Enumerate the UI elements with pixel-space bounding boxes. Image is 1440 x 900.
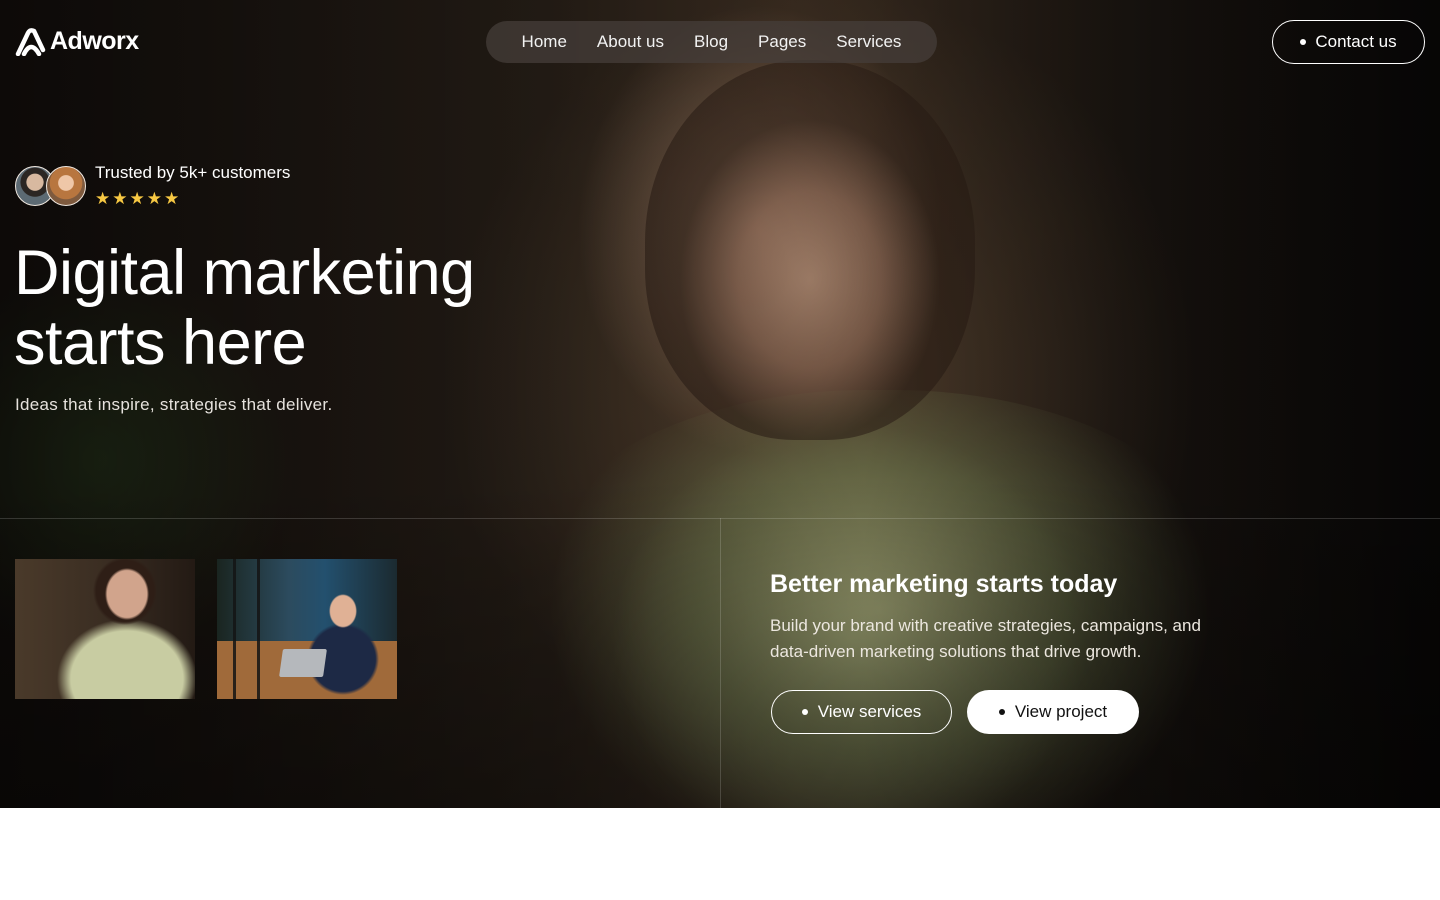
brand-logo[interactable]: Adworx	[15, 27, 139, 56]
panel-title: Better marketing starts today	[770, 570, 1118, 598]
view-project-button[interactable]: View project	[967, 690, 1139, 734]
window-frame	[233, 559, 236, 699]
adworx-logo-icon	[15, 27, 46, 56]
brand-name: Adworx	[50, 27, 139, 55]
panel-description-line-1: Build your brand with creative strategie…	[770, 616, 1201, 635]
window-frame	[257, 559, 260, 699]
star-icon: ★	[129, 189, 145, 208]
nav-item-home[interactable]: Home	[522, 32, 567, 52]
hero-section: Adworx Home About us Blog Pages Services…	[0, 0, 1440, 808]
thumbnail-woman-on-phone[interactable]	[15, 559, 195, 699]
laptop-shape	[279, 649, 327, 677]
view-services-button[interactable]: View services	[771, 690, 952, 734]
star-icon: ★	[164, 189, 180, 208]
hero-headline: Digital marketing starts here	[14, 238, 574, 378]
star-icon: ★	[112, 189, 128, 208]
view-services-label: View services	[817, 702, 922, 721]
panel-description: Build your brand with creative strategie…	[770, 613, 1240, 665]
divider-vertical	[720, 518, 721, 808]
hero-subline: Ideas that inspire, strategies that deli…	[15, 395, 333, 414]
customer-avatars	[15, 166, 87, 206]
contact-us-button[interactable]: Contact us	[1272, 20, 1425, 64]
nav-item-pages[interactable]: Pages	[758, 32, 806, 52]
star-icon: ★	[95, 189, 111, 208]
nav-item-services[interactable]: Services	[836, 32, 901, 52]
nav-item-blog[interactable]: Blog	[694, 32, 728, 52]
thumbnail-man-at-laptop[interactable]	[217, 559, 397, 699]
dot-icon	[801, 709, 808, 715]
nav-item-about-us[interactable]: About us	[597, 32, 664, 52]
dot-icon	[998, 709, 1005, 715]
hero-headline-line-2: starts here	[14, 308, 307, 378]
dot-icon	[1300, 39, 1307, 45]
contact-us-label: Contact us	[1315, 32, 1397, 51]
main-nav: Home About us Blog Pages Services	[486, 21, 937, 63]
rating-stars: ★ ★ ★ ★ ★	[95, 190, 179, 208]
star-icon: ★	[146, 189, 162, 208]
trust-text: Trusted by 5k+ customers	[95, 163, 291, 182]
hero-headline-line-1: Digital marketing	[14, 238, 475, 308]
view-project-label: View project	[1014, 702, 1108, 721]
panel-description-line-2: data-driven marketing solutions that dri…	[770, 642, 1142, 661]
avatar	[46, 166, 86, 206]
